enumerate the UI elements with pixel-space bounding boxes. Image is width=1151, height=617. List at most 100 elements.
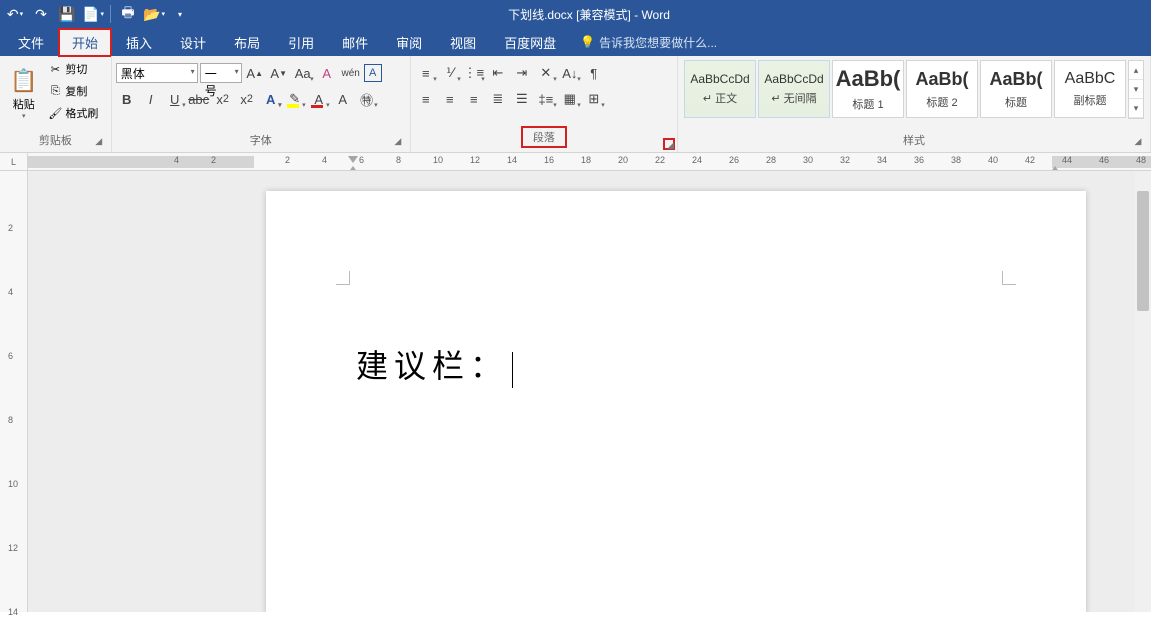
group-paragraph: ≡ ⅟ ⋮≡ ⇤ ⇥ ✕ A↓ ¶ ≡ ≡ ≡ ≣ ☰ ‡≡ ▦ ⊞ 段落 <box>411 56 678 152</box>
paste-button[interactable]: 📋 粘贴 ▾ <box>4 58 43 130</box>
distributed-button[interactable]: ☰ <box>511 88 533 110</box>
multilevel-button[interactable]: ⋮≡ <box>463 62 485 84</box>
style-title[interactable]: AaBb(标题 <box>980 60 1052 118</box>
align-left-button[interactable]: ≡ <box>415 88 437 110</box>
ribbon-tabs: 文件 开始 插入 设计 布局 引用 邮件 审阅 视图 百度网盘 💡 告诉我您想要… <box>0 28 1151 56</box>
horizontal-ruler[interactable]: 4224681012141618202224262830323436384042… <box>28 153 1151 171</box>
strike-button[interactable]: abc <box>188 88 210 110</box>
font-launcher[interactable]: ◢ <box>392 136 404 148</box>
clipboard-launcher[interactable]: ◢ <box>93 136 105 148</box>
group-clipboard: 📋 粘贴 ▾ ✂剪切 ⎘复制 🖌格式刷 剪贴板◢ <box>0 56 112 152</box>
show-marks-button[interactable]: ¶ <box>583 62 605 84</box>
margin-corner-tl <box>336 271 350 285</box>
paragraph-launcher[interactable]: ◢ <box>663 138 675 150</box>
style-gallery: AaBbCcDd↵ 正文 AaBbCcDd↵ 无间隔 AaBb(标题 1 AaB… <box>682 58 1146 121</box>
redo-button[interactable]: ↷ <box>30 3 52 25</box>
scissors-icon: ✂ <box>47 63 63 76</box>
quick-access-toolbar: ↶▾ ↷ 💾 📄▾ 🖶 📂▾ ▾ <box>4 3 191 25</box>
superscript-button[interactable]: x2 <box>236 88 258 110</box>
qat-customize[interactable]: ▾ <box>169 3 191 25</box>
format-painter-button[interactable]: 🖌格式刷 <box>43 102 102 124</box>
decrease-indent-button[interactable]: ⇤ <box>487 62 509 84</box>
tab-design[interactable]: 设计 <box>166 28 220 57</box>
group-label-paragraph: 段落 ◢ <box>415 124 673 152</box>
vertical-scrollbar[interactable] <box>1135 171 1151 612</box>
italic-button[interactable]: I <box>140 88 162 110</box>
style-heading2[interactable]: AaBb(标题 2 <box>906 60 978 118</box>
hanging-indent-marker[interactable] <box>348 163 358 171</box>
first-line-indent-marker[interactable] <box>348 153 358 161</box>
tab-view[interactable]: 视图 <box>436 28 490 57</box>
vertical-ruler[interactable]: 2468101214 <box>0 171 28 612</box>
style-no-spacing[interactable]: AaBbCcDd↵ 无间隔 <box>758 60 830 118</box>
tab-home[interactable]: 开始 <box>58 28 112 57</box>
lightbulb-icon: 💡 <box>580 35 595 49</box>
font-size-combo[interactable]: 一号▾ <box>200 63 242 83</box>
undo-button[interactable]: ↶▾ <box>4 3 26 25</box>
document-text[interactable]: 建议栏： <box>356 341 513 388</box>
copy-button[interactable]: ⎘复制 <box>43 80 102 102</box>
numbering-button[interactable]: ⅟ <box>439 62 461 84</box>
phonetic-button[interactable]: wén <box>340 62 362 84</box>
font-color-button[interactable]: A <box>308 88 330 110</box>
line-spacing-button[interactable]: ‡≡ <box>535 88 557 110</box>
ribbon: 📋 粘贴 ▾ ✂剪切 ⎘复制 🖌格式刷 剪贴板◢ 黑体▾ 一号▾ A▲ A▼ A… <box>0 56 1151 153</box>
text-direction-button[interactable]: ✕ <box>535 62 557 84</box>
align-right-button[interactable]: ≡ <box>463 88 485 110</box>
clear-format-button[interactable]: A <box>316 62 338 84</box>
sort-button[interactable]: A↓ <box>559 62 581 84</box>
print-preview-button[interactable]: 🖶 <box>117 3 139 25</box>
increase-indent-button[interactable]: ⇥ <box>511 62 533 84</box>
tab-baidu[interactable]: 百度网盘 <box>490 28 570 57</box>
align-center-button[interactable]: ≡ <box>439 88 461 110</box>
font-name-combo[interactable]: 黑体▾ <box>116 63 198 83</box>
clipboard-icon: 📋 <box>10 68 37 94</box>
document-area[interactable]: 建议栏： <box>28 171 1151 612</box>
brush-icon: 🖌 <box>47 107 63 120</box>
save-button[interactable]: 💾 <box>56 3 78 25</box>
enclose-char-button[interactable]: ㊕ <box>356 88 378 110</box>
window-title: 下划线.docx [兼容模式] - Word <box>191 6 987 23</box>
change-case-button[interactable]: Aa <box>292 62 314 84</box>
highlight-button[interactable]: ✎ <box>284 88 306 110</box>
group-label-clipboard: 剪贴板◢ <box>4 130 107 152</box>
group-font: 黑体▾ 一号▾ A▲ A▼ Aa A wén A B I U abc x2 x2… <box>112 56 411 152</box>
styles-launcher[interactable]: ◢ <box>1132 136 1144 148</box>
underline-button[interactable]: U <box>164 88 186 110</box>
borders-button[interactable]: ⊞ <box>583 88 605 110</box>
saveas-button[interactable]: 📄▾ <box>82 3 104 25</box>
cut-button[interactable]: ✂剪切 <box>43 58 102 80</box>
justify-button[interactable]: ≣ <box>487 88 509 110</box>
ruler-corner[interactable]: L <box>0 153 28 171</box>
tab-file[interactable]: 文件 <box>4 28 58 57</box>
tab-review[interactable]: 审阅 <box>382 28 436 57</box>
style-normal[interactable]: AaBbCcDd↵ 正文 <box>684 60 756 118</box>
shading-button[interactable]: ▦ <box>559 88 581 110</box>
copy-icon: ⎘ <box>47 85 63 98</box>
group-label-styles: 样式◢ <box>682 130 1146 152</box>
tab-mailings[interactable]: 邮件 <box>328 28 382 57</box>
group-label-font: 字体◢ <box>116 130 406 152</box>
style-gallery-more[interactable]: ▴▾▾ <box>1128 60 1144 119</box>
open-button[interactable]: 📂▾ <box>143 3 165 25</box>
shrink-font-button[interactable]: A▼ <box>268 62 290 84</box>
page[interactable]: 建议栏： <box>266 191 1086 612</box>
margin-corner-tr <box>1002 271 1016 285</box>
subscript-button[interactable]: x2 <box>212 88 234 110</box>
grow-font-button[interactable]: A▲ <box>244 62 266 84</box>
bold-button[interactable]: B <box>116 88 138 110</box>
tab-layout[interactable]: 布局 <box>220 28 274 57</box>
style-subtitle[interactable]: AaBbC副标题 <box>1054 60 1126 118</box>
tab-insert[interactable]: 插入 <box>112 28 166 57</box>
char-border-button[interactable]: A <box>364 64 382 82</box>
bullets-button[interactable]: ≡ <box>415 62 437 84</box>
tell-me-search[interactable]: 💡 告诉我您想要做什么... <box>580 34 717 51</box>
style-heading1[interactable]: AaBb(标题 1 <box>832 60 904 118</box>
text-cursor <box>512 352 513 388</box>
right-indent-marker[interactable] <box>1050 163 1060 171</box>
scrollbar-thumb[interactable] <box>1137 191 1149 311</box>
text-effects-button[interactable]: A <box>260 88 282 110</box>
workspace: L 42246810121416182022242628303234363840… <box>0 153 1151 612</box>
char-shading-button[interactable]: A <box>332 88 354 110</box>
tab-references[interactable]: 引用 <box>274 28 328 57</box>
